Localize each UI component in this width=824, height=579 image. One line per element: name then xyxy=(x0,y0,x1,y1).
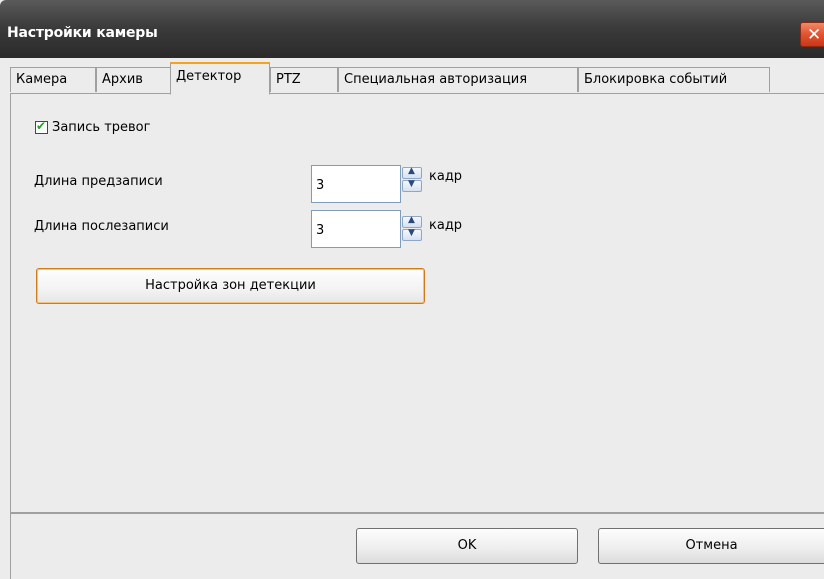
footer-left-border xyxy=(10,513,11,579)
prerecord-input[interactable]: 3 xyxy=(311,165,401,203)
footer-divider xyxy=(10,513,824,514)
tab-ptz[interactable]: PTZ xyxy=(270,67,338,92)
prerecord-increment-button[interactable]: ▲ xyxy=(402,166,422,179)
close-button[interactable]: ✕ xyxy=(800,22,824,47)
alarm-recording-label: Запись тревог xyxy=(52,119,151,135)
checkmark-icon: ✔ xyxy=(36,118,47,133)
camera-settings-window: Настройки камеры ✕ Камера Архив Детектор… xyxy=(0,0,824,579)
cancel-button[interactable]: Отмена xyxy=(598,528,824,564)
close-icon: ✕ xyxy=(807,25,822,45)
arrow-up-icon: ▲ xyxy=(408,215,415,225)
arrow-up-icon: ▲ xyxy=(408,166,415,176)
dialog-footer: OK Отмена xyxy=(0,513,824,579)
detection-zones-button[interactable]: Настройка зон детекции xyxy=(36,268,425,304)
tab-label: PTZ xyxy=(276,72,301,87)
tab-label: Архив xyxy=(102,72,143,87)
postrecord-input[interactable]: 3 xyxy=(311,210,401,248)
window-title: Настройки камеры xyxy=(7,25,158,41)
window-left-edge xyxy=(0,58,10,579)
tab-bar: Камера Архив Детектор PTZ Специальная ав… xyxy=(10,62,824,95)
tab-archive[interactable]: Архив xyxy=(96,67,172,92)
alarm-recording-checkbox[interactable]: ✔ xyxy=(35,118,48,134)
prerecord-unit: кадр xyxy=(429,169,463,184)
postrecord-unit: кадр xyxy=(429,218,463,233)
ok-button[interactable]: OK xyxy=(356,528,578,564)
prerecord-decrement-button[interactable]: ▼ xyxy=(402,179,422,192)
tab-label: Камера xyxy=(16,72,68,87)
prerecord-stepper: ▲ ▼ xyxy=(402,166,422,193)
postrecord-increment-button[interactable]: ▲ xyxy=(402,215,422,228)
title-bar[interactable]: Настройки камеры ✕ xyxy=(0,0,824,58)
detector-panel: ✔ Запись тревог Длина предзаписи 3 ▲ ▼ к… xyxy=(10,93,824,513)
tab-special-auth[interactable]: Специальная авторизация xyxy=(338,67,578,92)
tab-label: Специальная авторизация xyxy=(344,72,528,87)
prerecord-label: Длина предзаписи xyxy=(34,174,163,189)
postrecord-decrement-button[interactable]: ▼ xyxy=(402,228,422,241)
tab-camera[interactable]: Камера xyxy=(10,67,96,92)
arrow-down-icon: ▼ xyxy=(408,179,415,189)
alarm-recording-row[interactable]: ✔ Запись тревог xyxy=(35,118,150,136)
postrecord-label: Длина послезаписи xyxy=(34,219,169,234)
tab-event-blocking[interactable]: Блокировка событий xyxy=(578,67,770,92)
postrecord-stepper: ▲ ▼ xyxy=(402,215,422,242)
tab-label: Детектор xyxy=(176,69,242,84)
tab-label: Блокировка событий xyxy=(584,72,728,87)
arrow-down-icon: ▼ xyxy=(408,228,415,238)
tab-detector[interactable]: Детектор xyxy=(170,62,270,95)
